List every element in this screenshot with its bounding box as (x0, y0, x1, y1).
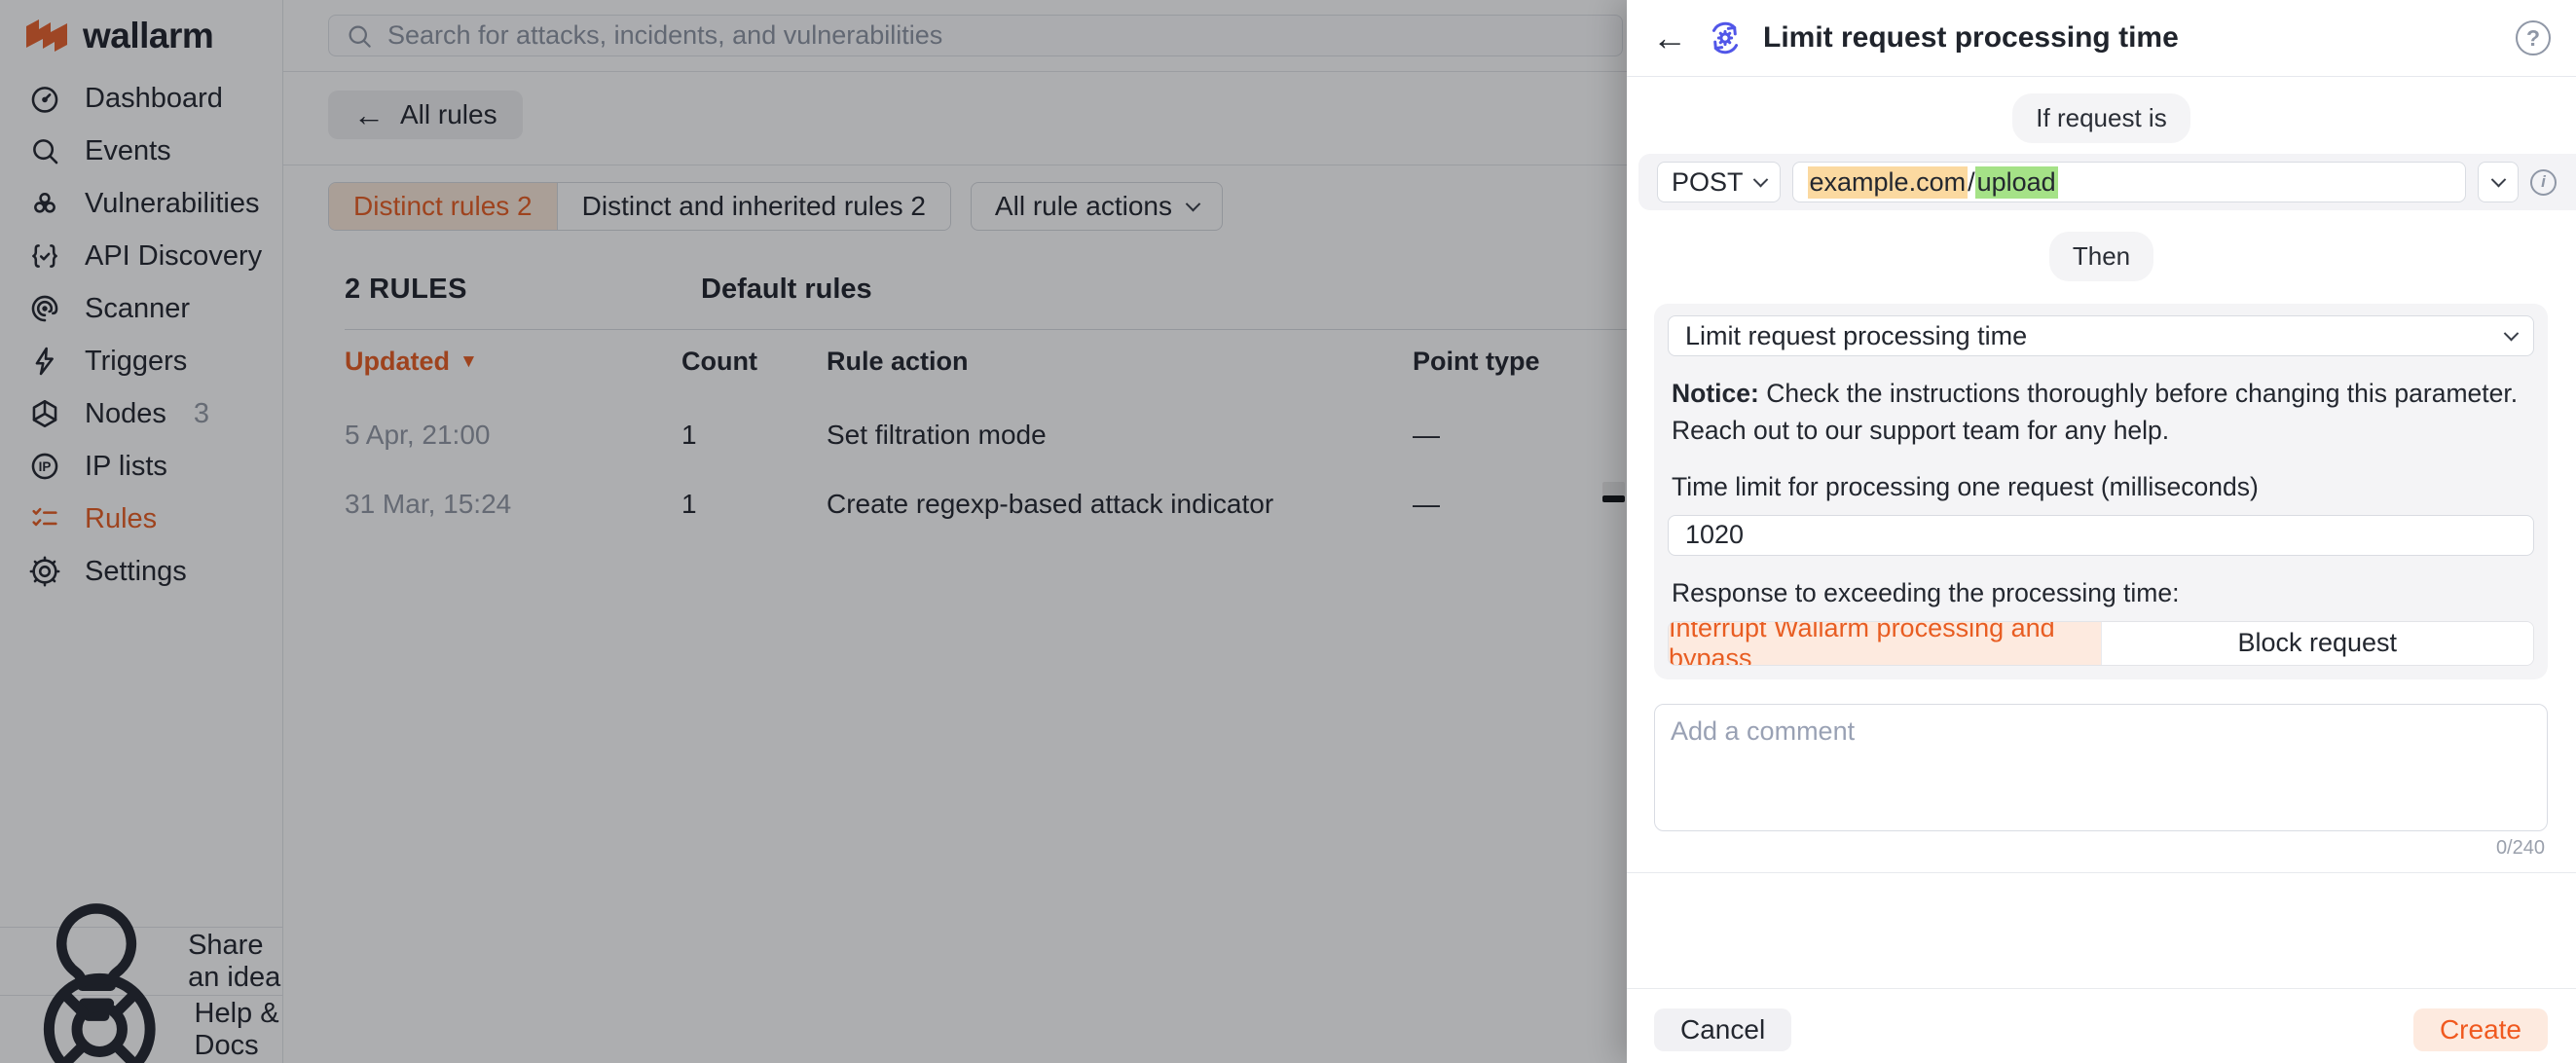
drawer-title: Limit request processing time (1763, 21, 2179, 55)
rule-action-value: Limit request processing time (1685, 321, 2027, 351)
rule-action-select[interactable]: Limit request processing time (1668, 315, 2534, 356)
modal-overlay[interactable] (0, 0, 1627, 1063)
uri-expand-button[interactable] (2478, 162, 2519, 202)
cancel-button[interactable]: Cancel (1654, 1008, 1791, 1051)
app-root: wallarm Dashboard Events Vulnerabilities… (0, 0, 2576, 1063)
comment-counter: 0/240 (1627, 837, 2545, 860)
option-interrupt-bypass[interactable]: Interrupt Wallarm processing and bypass (1669, 622, 2101, 665)
time-limit-label: Time limit for processing one request (m… (1668, 472, 2534, 502)
uri-input[interactable]: example.com/upload (1792, 162, 2466, 202)
notice-label: Notice: (1672, 379, 1759, 408)
drawer-footer: Cancel Create (1627, 988, 2576, 1063)
chevron-down-icon (2504, 325, 2520, 341)
info-icon[interactable]: i (2530, 169, 2557, 196)
rule-drawer-panel: ← Limit request processing time ? If req… (1627, 0, 2576, 1063)
comment-field (1654, 704, 2548, 831)
option-block-request[interactable]: Block request (2101, 622, 2534, 665)
condition-row: POST example.com/upload i (1638, 154, 2576, 210)
time-limit-field (1668, 515, 2534, 556)
create-button[interactable]: Create (2413, 1008, 2548, 1051)
help-icon[interactable]: ? (2516, 20, 2551, 55)
uri-host-token: example.com (1808, 166, 1969, 199)
notice-text: Notice: Check the instructions thoroughl… (1668, 375, 2534, 450)
rule-gear-sync-icon (1707, 19, 1744, 56)
method-select[interactable]: POST (1657, 162, 1781, 202)
rule-form-card: Limit request processing time Notice: Ch… (1654, 304, 2548, 679)
method-value: POST (1672, 167, 1744, 198)
chevron-down-icon (2490, 171, 2506, 187)
then-pill: Then (2049, 232, 2153, 281)
drawer-header: ← Limit request processing time ? (1627, 0, 2576, 77)
if-request-is-pill: If request is (2012, 93, 2190, 143)
uri-path-token: upload (1975, 166, 2058, 199)
uri-separator: / (1968, 167, 1975, 198)
comment-textarea[interactable] (1671, 716, 2531, 819)
time-limit-input[interactable] (1685, 520, 2517, 550)
response-toggle: Interrupt Wallarm processing and bypass … (1668, 621, 2534, 666)
drawer-back-button[interactable]: ← (1652, 20, 1687, 55)
chevron-down-icon (1752, 171, 1768, 187)
response-label: Response to exceeding the processing tim… (1668, 578, 2534, 608)
